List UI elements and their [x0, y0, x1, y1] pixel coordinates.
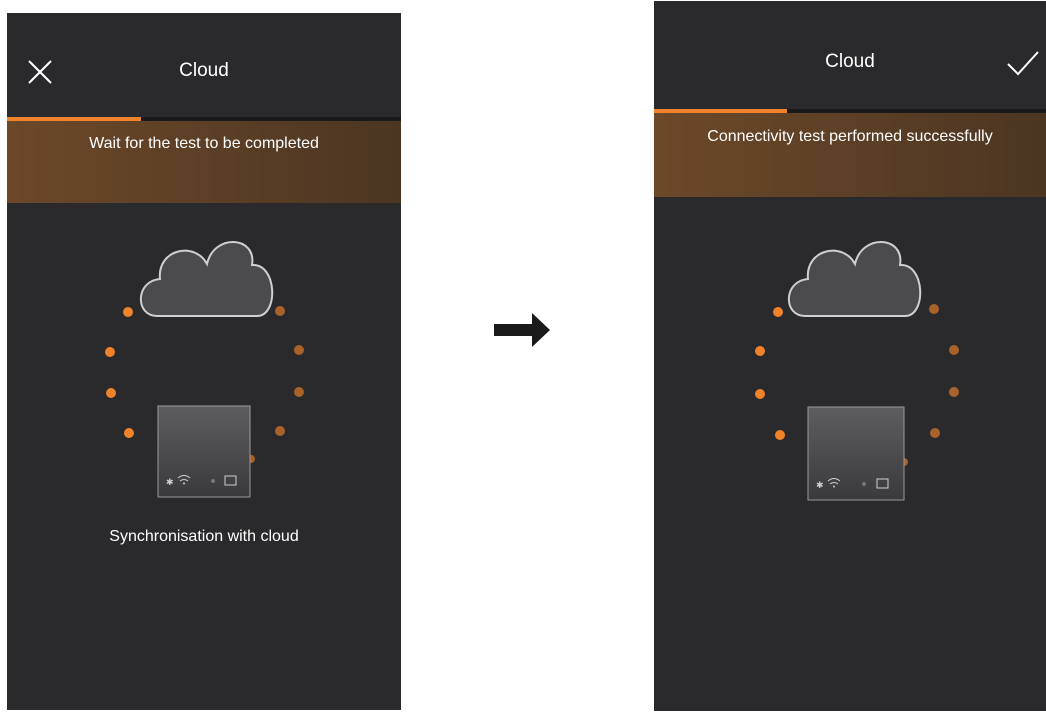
sync-dot [106, 388, 116, 398]
left-phone-screen: Cloud Wait for the test to be completed … [7, 13, 401, 710]
arrow-right-icon [494, 313, 550, 347]
sync-dot [929, 304, 939, 314]
sync-dot [105, 347, 115, 357]
svg-text:✱: ✱ [166, 478, 174, 488]
sync-dot [930, 428, 940, 438]
cloud-sync-illustration: ✱ [105, 241, 304, 498]
sync-dot [123, 307, 133, 317]
cloud-icon [139, 241, 274, 317]
sync-dot [755, 346, 765, 356]
svg-text:✱: ✱ [816, 481, 824, 491]
sync-caption: Synchronisation with cloud [109, 528, 299, 545]
device-icon: ✱ [807, 406, 905, 501]
sync-dot [294, 387, 304, 397]
cloud-sync-illustration: ✱ [755, 241, 959, 501]
cloud-icon [787, 241, 922, 317]
sync-dot [773, 307, 783, 317]
sync-dot [294, 345, 304, 355]
device-icon: ✱ [157, 405, 251, 498]
sync-dot [755, 389, 765, 399]
sync-dot [949, 345, 959, 355]
sync-dot [775, 430, 785, 440]
right-phone-screen: Cloud Connectivity test performed succes… [654, 1, 1046, 711]
sync-dot [275, 306, 285, 316]
sync-dot [949, 387, 959, 397]
sync-dot [275, 426, 285, 436]
sync-dot [124, 428, 134, 438]
